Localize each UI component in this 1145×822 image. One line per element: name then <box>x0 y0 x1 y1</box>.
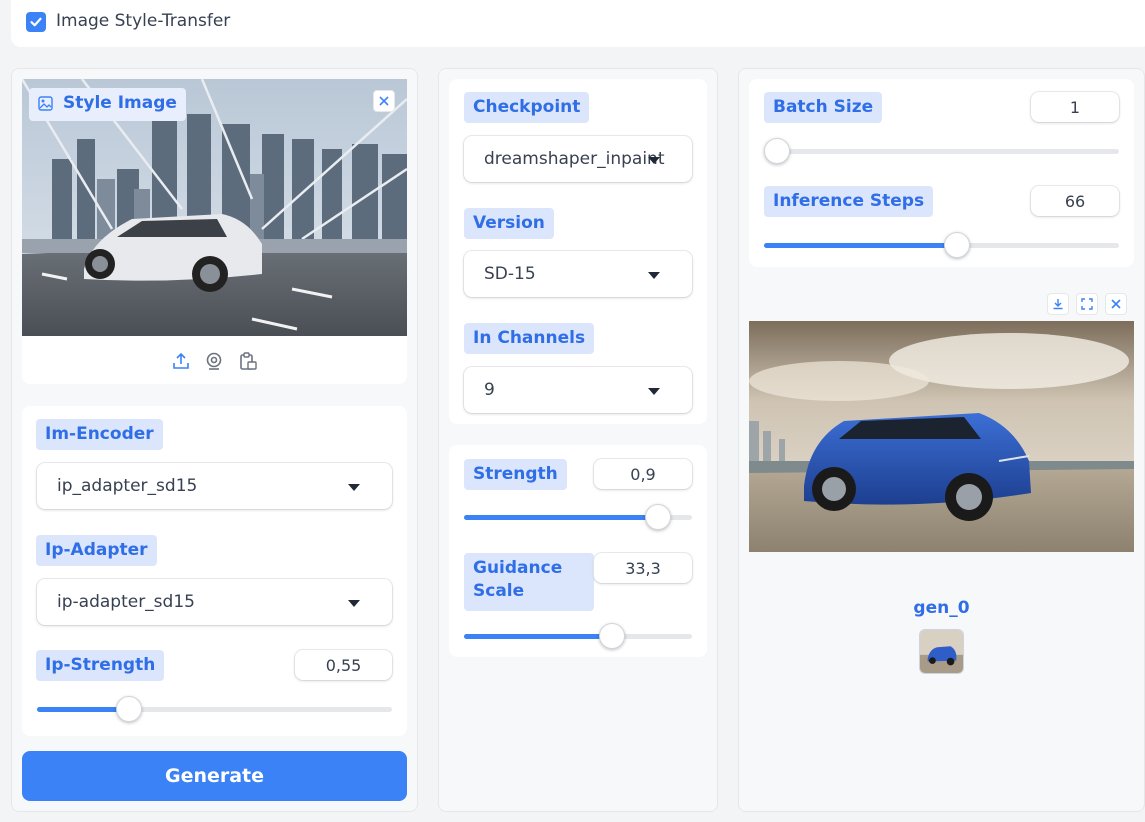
im-encoder-value: ip_adapter_sd15 <box>57 476 198 496</box>
ip-adapter-label: Ip-Adapter <box>36 535 157 566</box>
slider-fill <box>464 634 613 639</box>
close-icon <box>379 96 389 106</box>
version-value: SD-15 <box>484 264 536 284</box>
fullscreen-button[interactable] <box>1076 293 1098 315</box>
upload-icon[interactable] <box>171 351 191 371</box>
chevron-down-icon <box>648 157 660 164</box>
slider-fill <box>764 243 958 248</box>
batch-size-label: Batch Size <box>764 92 883 123</box>
style-transfer-checkbox[interactable] <box>26 12 46 32</box>
download-icon <box>1053 299 1063 310</box>
clipboard-icon[interactable] <box>238 351 258 371</box>
fullscreen-icon <box>1081 298 1093 310</box>
guidance-scale-input[interactable]: 33,3 <box>594 553 692 583</box>
strength-input[interactable]: 0,9 <box>594 459 692 489</box>
slider-fill <box>464 515 658 520</box>
inference-steps-slider[interactable] <box>764 232 1119 258</box>
inference-steps-input[interactable]: 66 <box>1031 186 1119 216</box>
slider-thumb[interactable] <box>599 623 626 649</box>
slider-thumb[interactable] <box>764 138 790 164</box>
check-icon <box>30 17 42 27</box>
generate-button[interactable]: Generate <box>22 751 407 801</box>
ip-strength-input[interactable]: 0,55 <box>295 650 392 680</box>
download-button[interactable] <box>1047 293 1069 315</box>
strength-slider[interactable] <box>464 504 692 530</box>
im-encoder-dropdown[interactable]: ip_adapter_sd15 <box>37 463 392 509</box>
style-transfer-label: Image Style-Transfer <box>56 11 231 31</box>
ip-adapter-dropdown[interactable]: ip-adapter_sd15 <box>37 579 392 625</box>
image-icon <box>38 96 53 111</box>
gallery-thumbnail[interactable] <box>919 629 964 674</box>
close-gallery-button[interactable] <box>1105 293 1127 315</box>
strength-label: Strength <box>464 459 567 490</box>
batch-size-slider[interactable] <box>764 138 1119 164</box>
close-icon <box>1111 299 1121 309</box>
gallery-caption: gen_0 <box>913 598 970 618</box>
in-channels-label: In Channels <box>464 323 595 354</box>
version-label: Version <box>464 208 554 239</box>
chevron-down-icon <box>648 272 660 279</box>
checkpoint-value: dreamshaper_inpaint <box>484 149 665 169</box>
ip-adapter-value: ip-adapter_sd15 <box>57 592 195 612</box>
ip-strength-slider[interactable] <box>37 696 392 722</box>
ip-strength-label: Ip-Strength <box>36 650 165 681</box>
im-encoder-label: Im-Encoder <box>36 419 163 450</box>
slider-thumb[interactable] <box>644 504 671 530</box>
chevron-down-icon <box>348 600 360 607</box>
webcam-icon[interactable] <box>204 351 224 371</box>
clear-image-button[interactable] <box>373 90 395 112</box>
chevron-down-icon <box>648 388 660 395</box>
guidance-scale-label: Guidance Scale <box>464 553 594 611</box>
guidance-scale-slider[interactable] <box>464 623 692 649</box>
chevron-down-icon <box>348 484 360 491</box>
batch-size-input[interactable]: 1 <box>1031 92 1119 122</box>
encoder-settings-card <box>22 406 407 736</box>
in-channels-value: 9 <box>484 380 495 400</box>
generated-image[interactable] <box>749 321 1134 552</box>
inference-steps-label: Inference Steps <box>764 186 934 217</box>
checkpoint-label: Checkpoint <box>464 92 590 123</box>
